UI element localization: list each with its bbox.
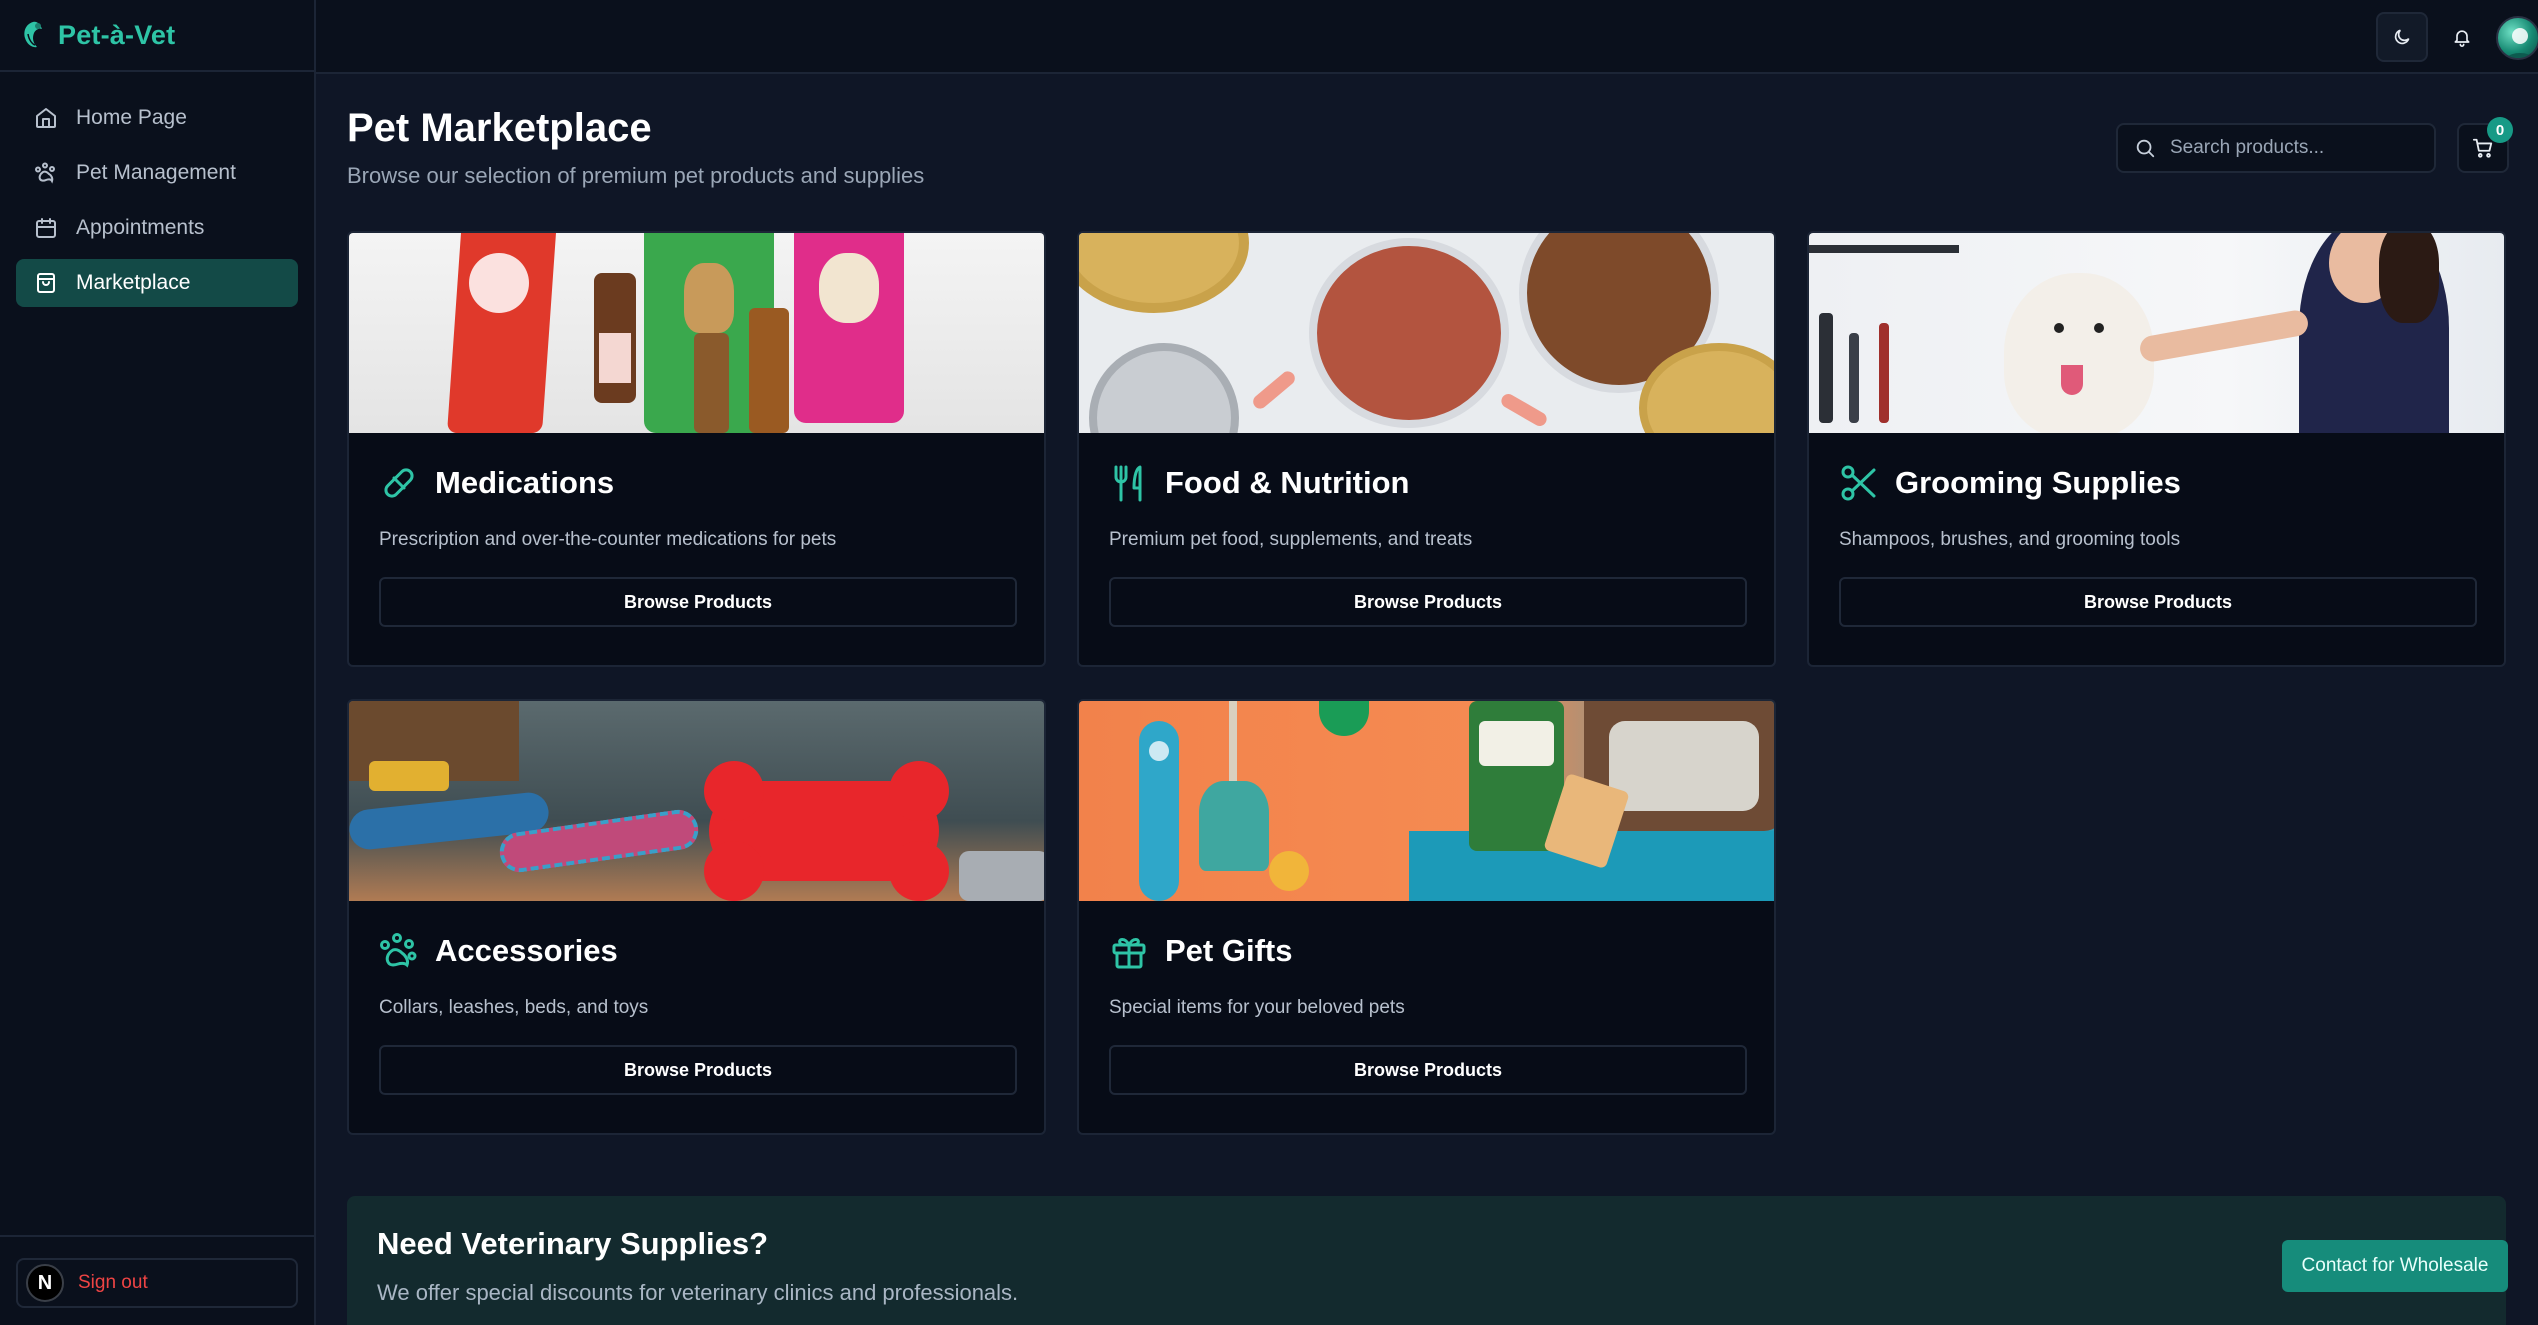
category-card-accessories: Accessories Collars, leashes, beds, and … bbox=[347, 699, 1046, 1135]
card-description: Collars, leashes, beds, and toys bbox=[379, 997, 649, 1018]
card-title: Pet Gifts bbox=[1165, 933, 1293, 968]
browse-products-button[interactable]: Browse Products bbox=[1109, 577, 1747, 627]
card-title: Medications bbox=[435, 465, 615, 500]
brand-name: Pet-à-Vet bbox=[58, 19, 176, 50]
food-nutrition-image bbox=[1079, 233, 1774, 433]
scissors-icon bbox=[1841, 465, 1876, 501]
card-title: Grooming Supplies bbox=[1895, 465, 2181, 500]
card-title: Accessories bbox=[435, 933, 618, 968]
user-avatar[interactable] bbox=[2496, 16, 2538, 60]
category-card-grooming-supplies: Grooming Supplies Shampoos, brushes, and… bbox=[1807, 231, 2506, 667]
pet-gifts-image bbox=[1079, 701, 1774, 901]
search-input[interactable] bbox=[2170, 137, 2420, 159]
top-bar bbox=[316, 0, 2538, 74]
sidebar-item-label: Pet Management bbox=[76, 161, 236, 184]
category-card-food-nutrition: Food & Nutrition Premium pet food, suppl… bbox=[1077, 231, 1776, 667]
app-root: Pet-à-Vet Home Page Pet Management Appoi… bbox=[0, 0, 2538, 1325]
shopping-bag-icon bbox=[37, 273, 55, 293]
sidebar-item-marketplace[interactable]: Marketplace bbox=[16, 259, 298, 307]
utensils-icon bbox=[1114, 465, 1142, 502]
sidebar-item-pet-management[interactable]: Pet Management bbox=[16, 149, 298, 197]
cart-count-badge: 0 bbox=[2487, 117, 2513, 143]
medications-image bbox=[349, 233, 1044, 433]
sidebar-item-label: Home Page bbox=[76, 106, 187, 129]
sidebar-item-appointments[interactable]: Appointments bbox=[16, 204, 298, 252]
sidebar: Pet-à-Vet Home Page Pet Management Appoi… bbox=[0, 0, 316, 1325]
accessories-image bbox=[349, 701, 1044, 901]
browse-products-button[interactable]: Browse Products bbox=[379, 1045, 1017, 1095]
card-description: Shampoos, brushes, and grooming tools bbox=[1839, 529, 2181, 550]
calendar-icon bbox=[36, 218, 56, 238]
theme-toggle-button[interactable] bbox=[2376, 12, 2428, 62]
page-subtitle: Browse our selection of premium pet prod… bbox=[347, 163, 925, 188]
avatar: N bbox=[26, 1264, 64, 1302]
search-box[interactable] bbox=[2116, 123, 2436, 173]
sidebar-footer: N Sign out bbox=[0, 1235, 314, 1325]
brand[interactable]: Pet-à-Vet bbox=[0, 0, 314, 72]
sidebar-nav: Home Page Pet Management Appointments Ma… bbox=[0, 72, 314, 307]
category-card-medications: Medications Prescription and over-the-co… bbox=[347, 231, 1046, 667]
banner-title: Need Veterinary Supplies? bbox=[377, 1226, 769, 1261]
banner-description: We offer special discounts for veterinar… bbox=[377, 1280, 1019, 1305]
sign-out-label: Sign out bbox=[78, 1272, 148, 1293]
paw-icon bbox=[35, 162, 55, 184]
pill-icon bbox=[384, 468, 414, 498]
browse-products-button[interactable]: Browse Products bbox=[1109, 1045, 1747, 1095]
card-description: Premium pet food, supplements, and treat… bbox=[1109, 529, 1473, 550]
brand-logo-icon bbox=[24, 21, 42, 48]
sidebar-item-label: Marketplace bbox=[76, 271, 191, 294]
notifications-button[interactable] bbox=[2436, 12, 2488, 62]
grooming-supplies-image bbox=[1809, 233, 2504, 433]
cart-button[interactable]: 0 bbox=[2457, 117, 2513, 173]
search-icon bbox=[2136, 139, 2155, 158]
page-title: Pet Marketplace bbox=[347, 106, 652, 150]
wholesale-banner: Need Veterinary Supplies? We offer speci… bbox=[347, 1196, 2508, 1325]
main-content: Pet Marketplace Browse our selection of … bbox=[316, 74, 2538, 1325]
card-description: Special items for your beloved pets bbox=[1109, 997, 1405, 1018]
bell-icon bbox=[2454, 30, 2470, 47]
category-card-pet-gifts: Pet Gifts Special items for your beloved… bbox=[1077, 699, 1776, 1135]
sign-out-button[interactable]: N Sign out bbox=[16, 1258, 298, 1308]
sidebar-item-home[interactable]: Home Page bbox=[16, 94, 298, 142]
cart-icon bbox=[2472, 138, 2493, 158]
home-icon bbox=[36, 108, 56, 128]
paw-icon bbox=[380, 933, 417, 968]
contact-wholesale-button[interactable]: Contact for Wholesale bbox=[2282, 1240, 2508, 1292]
avatar-graphic-icon bbox=[2505, 28, 2535, 58]
browse-products-button[interactable]: Browse Products bbox=[1839, 577, 2477, 627]
card-description: Prescription and over-the-counter medica… bbox=[379, 529, 837, 550]
gift-icon bbox=[1112, 938, 1146, 969]
browse-products-button[interactable]: Browse Products bbox=[379, 577, 1017, 627]
card-title: Food & Nutrition bbox=[1165, 465, 1410, 500]
sidebar-item-label: Appointments bbox=[76, 216, 205, 239]
moon-icon bbox=[2394, 29, 2410, 45]
